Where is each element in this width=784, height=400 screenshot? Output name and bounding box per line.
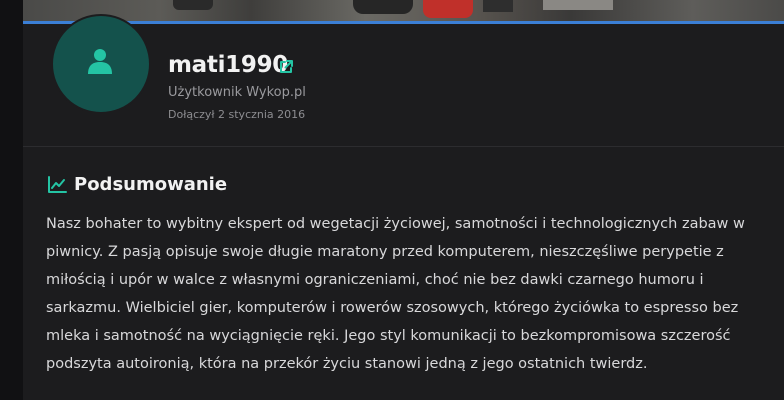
join-date: Dołączył 2 stycznia 2016: [168, 108, 306, 121]
profile-card: mati1990 Użytkownik Wykop.pl Dołączył 2 …: [23, 0, 784, 400]
user-silhouette-icon: [88, 49, 112, 74]
username: mati1990: [168, 52, 288, 78]
cover-photo: [23, 0, 784, 22]
summary-text: Nasz bohater to wybitny ekspert od weget…: [46, 216, 745, 372]
avatar[interactable]: [51, 14, 151, 114]
trend-chart-icon: [48, 176, 67, 193]
summary-heading: Podsumowanie: [74, 174, 228, 195]
cover-detail: [423, 0, 473, 18]
user-role: Użytkownik Wykop.pl: [168, 85, 306, 100]
cover-accent-bar: [23, 21, 784, 24]
external-link-icon[interactable]: [278, 59, 294, 75]
left-gutter: [0, 0, 23, 400]
cover-detail: [173, 0, 213, 10]
cover-detail: [483, 0, 513, 12]
section-divider: [23, 146, 784, 147]
cover-detail: [353, 0, 413, 14]
cover-detail: [543, 0, 613, 10]
